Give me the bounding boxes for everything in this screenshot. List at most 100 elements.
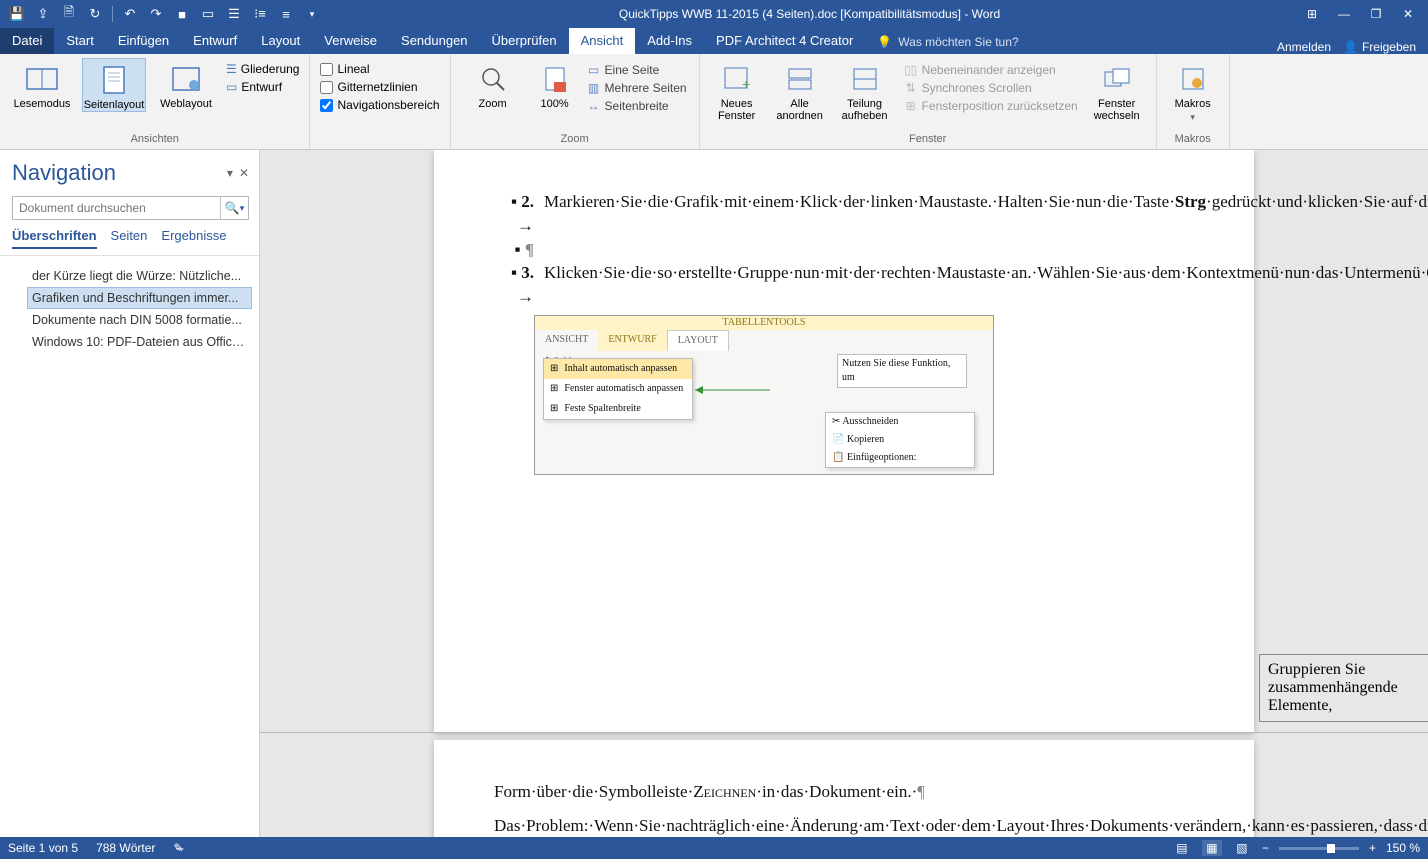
group-macros-label: Makros [1167,131,1219,147]
close-icon[interactable]: ✕ [1394,4,1422,24]
window-controls: ⊞ — ❐ ✕ [1298,4,1428,24]
tab-file[interactable]: Datei [0,28,54,54]
group-show-label [320,131,439,147]
bullets-icon[interactable]: ⁝≡ [251,5,269,23]
newwindow-button[interactable]: + Neues Fenster [710,58,764,122]
form-icon[interactable]: ▭ [199,5,217,23]
navpane-checkbox[interactable]: Navigationsbereich [320,98,439,112]
switchwin-button[interactable]: Fenster wechseln [1088,58,1146,122]
embed-context-menu: ✂ Ausschneiden 📄 Kopieren 📋 Einfügeoptio… [825,412,975,468]
tab-references[interactable]: Verweise [312,28,389,54]
navigation-pane: Navigation ▾ ✕ 🔍▾ Überschriften Seiten E… [0,150,260,837]
search-icon[interactable]: 🔍▾ [220,197,248,219]
zoom-level[interactable]: 150 % [1386,841,1420,855]
group-show: Lineal Gitternetzlinien Navigationsberei… [310,54,450,149]
tell-me-search[interactable]: 💡 Was möchten Sie tun? [865,30,1030,54]
list-icon[interactable]: ☰ [225,5,243,23]
word-count[interactable]: 788 Wörter [96,841,155,855]
zoom-in[interactable]: + [1369,841,1376,855]
navtab-pages[interactable]: Seiten [111,228,148,249]
ribbon-options-icon[interactable]: ⊞ [1298,4,1326,24]
stop-icon[interactable]: ■ [173,5,191,23]
sync-icon: ⇅ [904,81,918,95]
tab-mailings[interactable]: Sendungen [389,28,480,54]
page-number[interactable]: Seite 1 von 5 [8,841,78,855]
signin-link[interactable]: Anmelden [1277,40,1331,54]
ruler-checkbox[interactable]: Lineal [320,62,439,76]
hundred-button[interactable]: 100% [533,58,577,110]
redo-icon[interactable]: ↷ [147,5,165,23]
proofing-icon[interactable]: ✎̶ [173,841,183,855]
nav-item[interactable]: Grafiken und Beschriftungen immer... [28,288,251,308]
pagelayout-button[interactable]: Seitenlayout [82,58,146,112]
nav-search[interactable]: 🔍▾ [12,196,249,220]
gridlines-checkbox[interactable]: Gitternetzlinien [320,80,439,94]
split-button[interactable]: Teilung aufheben [836,58,894,122]
tab-addins[interactable]: Add-Ins [635,28,704,54]
readmode-button[interactable]: Lesemodus [10,58,74,110]
tab-pdf-architect[interactable]: PDF Architect 4 Creator [704,28,865,54]
statusbar: Seite 1 von 5 788 Wörter ✎̶ ▤ ▦ ▧ − + 15… [0,837,1428,859]
split-label: Teilung aufheben [842,98,888,122]
qat-dropdown-icon[interactable]: ▾ [303,5,321,23]
hundred-label: 100% [540,98,568,110]
newwindow-icon: + [720,62,754,96]
group-window: + Neues Fenster Alle anordnen Teilung au… [700,54,1157,149]
webview-icon[interactable]: ▧ [1232,840,1252,856]
chevron-down-icon: ▾ [1190,112,1195,123]
tab-review[interactable]: Überprüfen [480,28,569,54]
hundred-icon [538,62,572,96]
printview-icon[interactable]: ▦ [1202,840,1222,856]
zoom-slider[interactable] [1279,847,1359,850]
sidebyside-icon: ▯▯ [904,63,918,77]
search-input[interactable] [13,197,220,219]
tab-layout[interactable]: Layout [249,28,312,54]
zoom-button[interactable]: Zoom [461,58,525,110]
group-zoom-label: Zoom [461,131,689,147]
tab-design[interactable]: Entwurf [181,28,249,54]
nav-item[interactable]: Dokumente nach DIN 5008 formatie... [28,310,251,330]
minimize-icon[interactable]: — [1330,4,1358,24]
onepage-icon: ▭ [587,63,601,77]
document-area[interactable]: ▪ 2. → Markieren·Sie·die·Grafik·mit·eine… [260,150,1428,837]
onepage-button[interactable]: ▭Eine Seite [585,62,689,78]
undo-icon[interactable]: ↶ [121,5,139,23]
group-zoom: Zoom 100% ▭Eine Seite ▥Mehrere Seiten ↔S… [451,54,700,149]
draft-button[interactable]: ▭Entwurf [226,80,299,94]
resetpos-button[interactable]: ⊞Fensterposition zurücksetzen [902,98,1080,114]
arrangeall-button[interactable]: Alle anordnen [772,58,828,122]
page-2: Form·über·die·Symbolleiste·Zeichnen·in·d… [434,740,1254,837]
tab-start[interactable]: Start [54,28,105,54]
macros-button[interactable]: Makros ▾ [1167,58,1219,123]
navtab-results[interactable]: Ergebnisse [161,228,226,249]
book-icon [25,62,59,96]
nav-item[interactable]: der Kürze liegt die Würze: Nützliche... [28,266,251,286]
share-button[interactable]: 👤 Freigeben [1343,40,1416,54]
weblayout-button[interactable]: Weblayout [154,58,218,110]
zoom-out[interactable]: − [1262,841,1269,855]
refresh-icon[interactable]: ↻ [86,5,104,23]
save-icon[interactable]: 💾 [8,5,26,23]
restore-icon[interactable]: ❐ [1362,4,1390,24]
nav-dropdown-icon[interactable]: ▾ [227,166,233,180]
embed-title: TABELLENTOOLS [535,316,993,330]
arrange-icon [783,62,817,96]
upload-icon[interactable]: ⇪ [34,5,52,23]
nav-close-icon[interactable]: ✕ [239,166,249,180]
tab-insert[interactable]: Einfügen [106,28,181,54]
titlebar: 💾 ⇪ 🗎 ↻ ↶ ↷ ■ ▭ ☰ ⁝≡ ≡ ▾ QuickTipps WWB … [0,0,1428,28]
tab-view[interactable]: Ansicht [569,28,636,54]
preview-icon[interactable]: 🗎 [60,5,78,23]
sidebyside-button[interactable]: ▯▯Nebeneinander anzeigen [902,62,1080,78]
navtab-headings[interactable]: Überschriften [12,228,97,249]
bullets2-icon[interactable]: ≡ [277,5,295,23]
paragraph-step3: Klicken·Sie·die·so·erstellte·Gruppe·nun·… [544,261,1428,299]
readview-icon[interactable]: ▤ [1172,840,1192,856]
syncscroll-button[interactable]: ⇅Synchrones Scrollen [902,80,1080,96]
outline-button[interactable]: ☰Gliederung [226,62,299,76]
bulb-icon: 💡 [877,35,892,49]
pagewidth-button[interactable]: ↔Seitenbreite [585,98,689,114]
ribbon-tabs: Datei Start Einfügen Entwurf Layout Verw… [0,28,1428,54]
nav-item[interactable]: Windows 10: PDF-Dateien aus Office... [28,332,251,352]
multipage-button[interactable]: ▥Mehrere Seiten [585,80,689,96]
